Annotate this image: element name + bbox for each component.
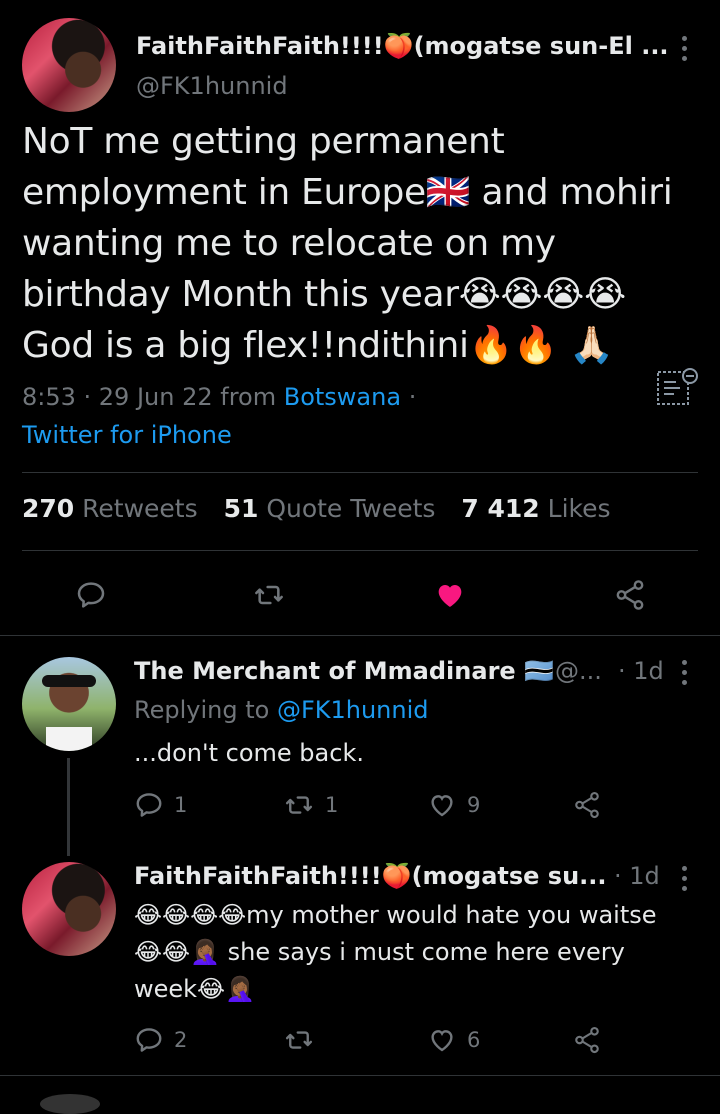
retweet-icon — [285, 1031, 313, 1049]
author-avatar[interactable] — [22, 18, 116, 112]
replying-to: Replying to @FK1hunnid — [134, 696, 429, 724]
tweet-stats: 270 Retweets 51 Quote Tweets 7 412 Likes — [22, 494, 629, 523]
like-count: 9 — [467, 793, 481, 817]
tweet-line: employment in Europe🇬🇧 and mohiri — [22, 172, 673, 213]
tweet-line: wanting me to relocate on my — [22, 223, 556, 264]
reply-button[interactable]: 1 — [134, 790, 187, 820]
reply-avatar[interactable] — [22, 657, 116, 751]
reply-text: ...don't come back. — [134, 739, 364, 767]
retweet-count: 1 — [325, 793, 339, 817]
like-button[interactable]: 6 — [427, 1025, 480, 1055]
replying-prefix: Replying to — [134, 696, 277, 724]
share-icon — [616, 580, 644, 610]
tweet-location[interactable]: Botswana — [284, 383, 401, 411]
retweet-icon — [255, 585, 283, 605]
reply-author-name[interactable]: FaithFaithFaith!!!!🍑(mogatse su... — [134, 862, 607, 890]
tweet-line: NoT me getting permanent — [22, 121, 505, 162]
heart-icon — [431, 1030, 453, 1052]
next-reply-avatar[interactable] — [40, 1094, 100, 1114]
reply-button[interactable] — [70, 575, 112, 615]
reply-icon — [77, 582, 105, 608]
replying-handle[interactable]: @FK1hunnid — [277, 696, 429, 724]
retweet-button[interactable]: 1 — [283, 790, 338, 820]
reply-time[interactable]: · 1d — [614, 862, 660, 890]
quote-count[interactable]: 51 — [224, 494, 259, 523]
like-count[interactable]: 7 412 — [461, 494, 539, 523]
tweet-text: NoT me getting permanent employment in E… — [22, 116, 702, 371]
share-icon — [575, 791, 599, 819]
heart-icon — [431, 795, 453, 817]
retweet-button[interactable] — [248, 575, 290, 615]
retweet-count[interactable]: 270 — [22, 494, 74, 523]
meta-separator: · — [401, 383, 417, 411]
reply-time[interactable]: · 1d — [618, 657, 664, 685]
retweet-button[interactable] — [283, 1025, 325, 1055]
tweet-meta: 8:53 · 29 Jun 22 from Botswana · — [22, 383, 416, 411]
share-button[interactable] — [571, 1025, 603, 1055]
tweet-time: 8:53 · 29 Jun 22 from — [22, 383, 284, 411]
more-icon[interactable] — [681, 660, 687, 685]
retweet-icon — [285, 796, 313, 814]
author-name[interactable]: FaithFaithFaith!!!!🍑(mogatse sun-El ... — [136, 32, 669, 60]
like-button[interactable]: 9 — [427, 790, 480, 820]
heart-icon — [438, 585, 462, 607]
like-button[interactable] — [429, 575, 471, 615]
reply-icon — [136, 1028, 162, 1052]
reply-count: 1 — [174, 793, 188, 817]
reply-line: 😂😂😂😂my mother would hate you waitse — [134, 901, 657, 929]
tweet-source[interactable]: Twitter for iPhone — [22, 421, 232, 449]
divider — [0, 635, 720, 636]
like-label[interactable]: Likes — [548, 494, 611, 523]
more-icon[interactable] — [681, 866, 687, 891]
tweet-line: birthday Month this year😭😭😭😭 — [22, 274, 626, 315]
reply-icon — [136, 793, 162, 817]
quote-label[interactable]: Quote Tweets — [266, 494, 435, 523]
reply-button[interactable]: 2 — [134, 1025, 187, 1055]
author-handle[interactable]: @FK1hunnid — [136, 72, 288, 100]
retweet-label[interactable]: Retweets — [82, 494, 197, 523]
reply-line: 😂😂🤦🏾‍♀️ she says i must come here every — [134, 938, 625, 966]
like-count: 6 — [467, 1028, 481, 1052]
reply-line: week😂🤦🏾‍♀️ — [134, 975, 255, 1003]
divider — [22, 550, 698, 551]
share-button[interactable] — [608, 575, 652, 615]
reply-author-handle[interactable]: @... — [555, 657, 602, 685]
reply-author-name[interactable]: The Merchant of Mmadinare 🇧🇼 — [134, 657, 554, 685]
tweet-line: God is a big flex!!ndithini🔥🔥 🙏🏻 — [22, 325, 614, 366]
divider — [22, 472, 698, 473]
divider — [0, 1075, 720, 1076]
more-icon[interactable] — [681, 36, 687, 61]
thread-line — [67, 758, 70, 856]
translate-icon[interactable] — [656, 366, 702, 408]
reply-text: 😂😂😂😂my mother would hate you waitse 😂😂🤦🏾… — [134, 897, 704, 1008]
share-icon — [575, 1026, 599, 1054]
share-button[interactable] — [571, 790, 603, 820]
reply-avatar[interactable] — [22, 862, 116, 956]
reply-count: 2 — [174, 1028, 188, 1052]
